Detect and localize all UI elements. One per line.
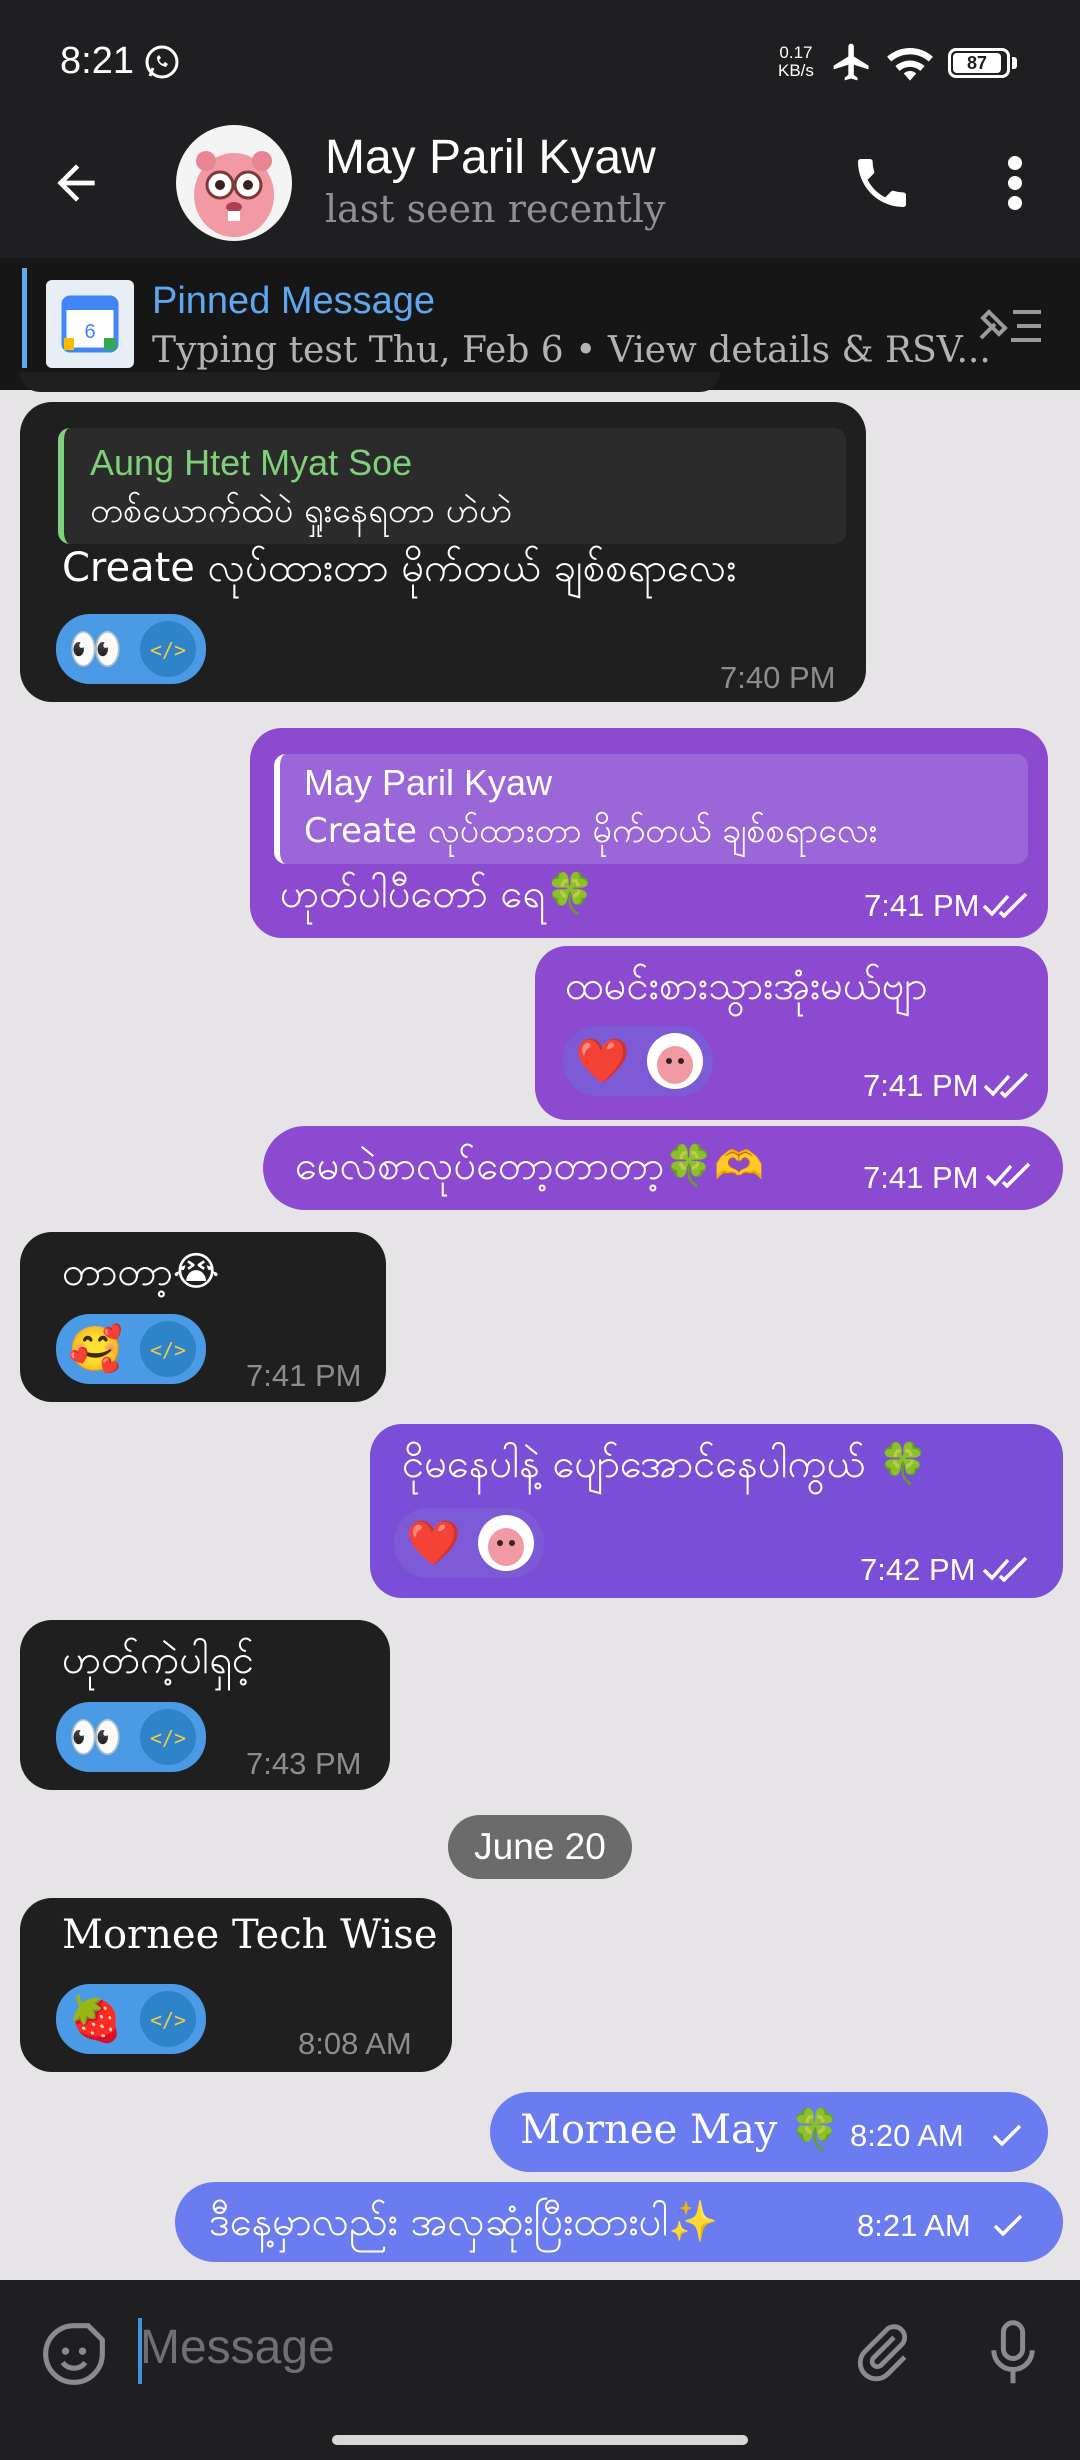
message-bubble-outgoing[interactable]: May Paril Kyaw Create လုပ်ထားတာ မိုက်တယ်… [250,728,1048,938]
message-time: 8:20 AM [850,2118,964,2153]
attach-icon[interactable] [850,2320,914,2384]
svg-text:</>: </> [150,1726,186,1750]
quote-author: Aung Htet Myat Soe [90,442,413,483]
double-check-icon [982,1556,1028,1582]
quote-text: တစ်ယောက်ထဲပဲ ရှုးနေရတာ ဟဲဟဲ [90,491,513,531]
whatsapp-icon [145,45,179,79]
svg-text:6: 6 [84,321,95,343]
code-avatar-icon: </> [140,1991,196,2047]
message-text: ငိုမနေပါနဲ့ ပျော်အောင်နေပါကွယ် 🍀 [402,1441,929,1487]
double-check-icon [982,892,1028,918]
message-time: 7:41 PM [863,1160,979,1195]
svg-text:</>: </> [150,1338,186,1362]
reaction-chip[interactable]: ❤️ [394,1508,544,1578]
network-speed: 0.17 KB/s [778,44,814,80]
strawberry-emoji: 🍓 [68,1994,123,2045]
reaction-chip[interactable]: 👀 </> [56,614,206,684]
back-arrow-icon[interactable] [48,155,104,211]
message-bubble-outgoing[interactable]: မေလဲစာလုပ်တော့တာတာ့🍀🫶 7:41 PM [263,1126,1063,1210]
wifi-icon [887,47,933,81]
status-time: 8:21 [60,40,134,82]
contact-avatar[interactable] [176,125,292,241]
pinned-list-icon[interactable] [975,298,1045,350]
message-input[interactable]: Message [140,2320,335,2375]
message-bubble-outgoing[interactable]: ငိုမနေပါနဲ့ ပျော်အောင်နေပါကွယ် 🍀 ❤️ 7:42… [370,1424,1063,1598]
quote-text: Create လုပ်ထားတာ မိုက်တယ် ချစ်စရာလေး [304,811,878,851]
message-text: မေလဲစာလုပ်တော့တာတာ့🍀🫶 [295,1143,764,1189]
reply-quote[interactable]: Aung Htet Myat Soe တစ်ယောက်ထဲပဲ ရှုးနေရတ… [58,428,846,544]
microphone-icon[interactable] [980,2316,1046,2390]
message-bubble-outgoing[interactable]: ထမင်းစားသွားအုံးမယ်ဗျာ ❤️ 7:41 PM [535,946,1048,1120]
message-time: 7:43 PM [246,1746,362,1781]
message-text: ထမင်းစားသွားအုံးမယ်ဗျာ [565,963,928,1009]
code-avatar-icon: </> [140,1709,196,1765]
phone-icon[interactable] [850,151,914,215]
code-avatar-icon: </> [140,621,196,677]
message-time: 8:21 AM [857,2208,971,2243]
calendar-thumbnail-icon: 6 [46,280,134,368]
message-time: 7:41 PM [863,1068,979,1103]
message-bubble-incoming[interactable]: တာတာ့😭 🥰 </> 7:41 PM [20,1232,386,1402]
message-text: တာတာ့😭 [62,1249,220,1295]
message-text: ဒီနေ့မှာလည်း အလှဆုံးပြီးထားပါ✨ [209,2199,719,2245]
battery-level: 87 [953,53,1001,73]
chat-header: May Paril Kyaw last seen recently [0,125,1080,258]
message-time: 7:40 PM [720,660,836,695]
double-check-icon [983,1072,1029,1098]
reaction-chip[interactable]: ❤️ [563,1026,713,1096]
pinned-subtitle: Typing test Thu, Feb 6 • View details & … [152,330,991,371]
code-avatar-icon: </> [140,1321,196,1377]
message-text: ဟုတ်ပါပီတော် ရေ🍀 [280,871,595,917]
double-check-icon [985,1162,1031,1188]
eyes-emoji: 👀 [68,1712,123,1763]
quote-author: May Paril Kyaw [304,762,553,803]
google-calendar-icon: 6 [61,295,119,353]
message-text: Create လုပ်ထားတာ မိုက်တယ် ချစ်စရာလေး [62,545,737,591]
more-vert-icon[interactable] [995,153,1035,213]
contact-name: May Paril Kyaw [325,131,656,184]
message-time: 7:41 PM [246,1358,362,1393]
reply-quote[interactable]: May Paril Kyaw Create လုပ်ထားတာ မိုက်တယ်… [274,754,1028,864]
battery-icon: 87 [948,48,1010,78]
message-text: Mornee Tech Wise [62,1912,438,1958]
check-icon [993,2214,1023,2237]
pinned-title: Pinned Message [152,280,436,322]
net-speed-unit: KB/s [778,61,814,80]
home-indicator [332,2435,748,2445]
check-icon [992,2124,1022,2147]
beaver-avatar-icon [194,151,274,237]
pinned-message-bar[interactable]: 6 Pinned Message Typing test Thu, Feb 6 … [0,258,1080,390]
reaction-chip[interactable]: 👀 </> [56,1702,206,1772]
message-bubble-incoming[interactable]: Mornee Tech Wise 🍓 </> 8:08 AM [20,1898,452,2072]
reaction-chip[interactable]: 🍓 </> [56,1984,206,2054]
message-time: 8:08 AM [298,2026,412,2061]
heart-emoji: ❤️ [575,1036,630,1087]
reaction-chip[interactable]: 🥰 </> [56,1314,206,1384]
status-bar: 8:21 0.17 KB/s 87 [0,0,1080,125]
message-bubble-outgoing[interactable]: Mornee May 🍀 8:20 AM [490,2092,1048,2172]
smiling-hearts-emoji: 🥰 [68,1324,123,1375]
message-input-bar: Message [0,2280,1080,2460]
message-bubble-outgoing[interactable]: ဒီနေ့မှာလည်း အလှဆုံးပြီးထားပါ✨ 8:21 AM [175,2182,1063,2262]
user-avatar-icon [478,1515,534,1571]
net-speed-value: 0.17 [779,43,813,62]
eyes-emoji: 👀 [68,624,123,675]
date-separator: June 20 [448,1815,632,1879]
svg-text:</>: </> [150,2008,186,2032]
battery-tip [1012,57,1017,69]
message-time: 7:41 PM [864,888,980,923]
user-avatar-icon [647,1033,703,1089]
message-text: ဟုတ်ကဲ့ပါရှင့် [62,1637,255,1683]
message-text: Mornee May 🍀 [520,2107,840,2153]
svg-text:</>: </> [150,638,186,662]
message-bubble-incoming[interactable]: Aung Htet Myat Soe တစ်ယောက်ထဲပဲ ရှုးနေရတ… [20,402,866,702]
sticker-emoji-icon[interactable] [40,2320,108,2388]
airplane-mode-icon [833,43,869,81]
pinned-indicator [22,268,27,368]
message-bubble-incoming[interactable]: ဟုတ်ကဲ့ပါရှင့် 👀 </> 7:43 PM [20,1620,390,1790]
last-seen-status: last seen recently [325,187,666,231]
message-time: 7:42 PM [860,1552,976,1587]
heart-emoji: ❤️ [406,1518,461,1569]
cut-off-bubble [20,372,720,392]
